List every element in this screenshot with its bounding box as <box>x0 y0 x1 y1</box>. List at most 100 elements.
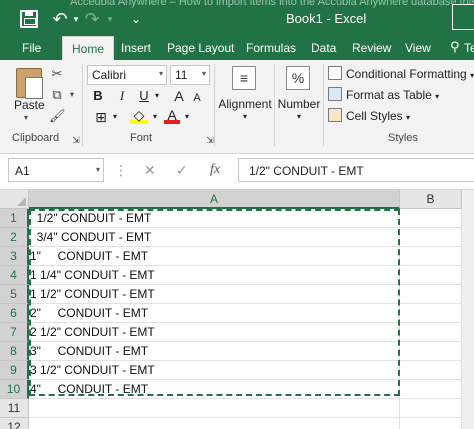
row-header[interactable]: 10 <box>0 380 29 399</box>
copy-icon[interactable]: ⧉ <box>49 87 65 103</box>
cell-a8[interactable]: 3" CONDUIT - EMT <box>29 342 400 361</box>
font-color-icon[interactable]: A <box>164 106 180 124</box>
cell-a2[interactable]: 3/4" CONDUIT - EMT <box>29 228 400 247</box>
paste-button-label[interactable]: Paste <box>14 98 45 112</box>
paste-dropdown-icon[interactable]: ▾ <box>24 113 28 122</box>
separator <box>274 64 275 146</box>
cell-b6[interactable] <box>400 304 462 323</box>
grow-font-button[interactable]: A <box>172 87 186 105</box>
fill-color-dropdown-icon[interactable]: ▾ <box>150 108 160 126</box>
cancel-icon[interactable]: ✕ <box>144 162 156 179</box>
row-header[interactable]: 4 <box>0 266 29 285</box>
ribbon-display-options-icon[interactable] <box>452 4 474 30</box>
tab-data[interactable]: Data <box>311 41 336 55</box>
redo-dropdown-icon[interactable]: ▾ <box>100 9 120 29</box>
font-color-dropdown-icon[interactable]: ▾ <box>182 108 192 126</box>
bold-button[interactable]: B <box>90 87 106 105</box>
insert-function-icon[interactable]: fx <box>210 162 220 178</box>
cell-b12[interactable] <box>400 418 462 429</box>
tab-formulas[interactable]: Formulas <box>246 41 296 55</box>
cell-a6[interactable]: 2" CONDUIT - EMT <box>29 304 400 323</box>
cell-b1[interactable] <box>400 209 462 228</box>
cell-a10[interactable]: 4" CONDUIT - EMT <box>29 380 400 399</box>
conditional-formatting-button[interactable]: Conditional Formatting ▾ <box>328 66 474 86</box>
customize-quick-access-icon[interactable]: ⌄ <box>126 9 146 29</box>
tab-home[interactable]: Home <box>62 36 115 60</box>
cell-a5[interactable]: 1 1/2" CONDUIT - EMT <box>29 285 400 304</box>
cell-a12[interactable] <box>29 418 400 429</box>
font-launcher-icon[interactable]: ⇲ <box>202 132 218 148</box>
underline-dropdown-icon[interactable]: ▾ <box>152 87 162 105</box>
tab-file[interactable]: File <box>22 41 41 55</box>
font-size-select[interactable]: 11 ▾ <box>170 65 210 85</box>
cell-a11[interactable] <box>29 399 400 418</box>
row-header[interactable]: 11 <box>0 399 29 418</box>
tell-me-label[interactable]: Te <box>464 41 474 55</box>
cell-b11[interactable] <box>400 399 462 418</box>
cell-b10[interactable] <box>400 380 462 399</box>
enter-icon[interactable]: ✓ <box>176 162 188 179</box>
cell-styles-button[interactable]: Cell Styles ▾ <box>328 108 410 128</box>
tab-page-layout[interactable]: Page Layout <box>167 41 234 55</box>
row-header[interactable]: 2 <box>0 228 29 247</box>
cell-b5[interactable] <box>400 285 462 304</box>
number-dropdown-icon[interactable]: ▾ <box>276 112 322 121</box>
chevron-down-icon: ▾ <box>406 113 411 122</box>
cell-a3[interactable]: 1" CONDUIT - EMT <box>29 247 400 266</box>
tab-view[interactable]: View <box>405 41 431 55</box>
underline-button[interactable]: U <box>136 87 152 105</box>
tab-review[interactable]: Review <box>352 41 391 55</box>
tab-insert[interactable]: Insert <box>121 41 151 55</box>
italic-button[interactable]: I <box>114 87 130 105</box>
cell-b7[interactable] <box>400 323 462 342</box>
save-icon[interactable] <box>20 10 38 28</box>
cut-icon[interactable]: ✂ <box>49 66 65 82</box>
row-header[interactable]: 7 <box>0 323 29 342</box>
cell-b9[interactable] <box>400 361 462 380</box>
format-painter-icon[interactable]: 🖌 <box>49 108 66 124</box>
column-header-a[interactable]: A <box>29 190 400 209</box>
number-button[interactable]: Number <box>276 97 322 111</box>
borders-dropdown-icon[interactable]: ▾ <box>110 108 120 126</box>
row-header[interactable]: 6 <box>0 304 29 323</box>
separator <box>82 64 83 146</box>
alignment-dropdown-icon[interactable]: ▾ <box>218 112 272 121</box>
select-all-button[interactable] <box>0 190 29 209</box>
row-header[interactable]: 3 <box>0 247 29 266</box>
chevron-down-icon: ▾ <box>470 71 474 80</box>
fill-color-icon[interactable]: ◇ <box>130 106 148 124</box>
row-header[interactable]: 12 <box>0 418 29 429</box>
borders-icon[interactable]: ⊞ <box>90 108 112 126</box>
font-name-select[interactable]: Calibri ▾ <box>87 65 167 85</box>
conditional-formatting-label: Conditional Formatting <box>346 67 467 81</box>
cell-a9[interactable]: 3 1/2" CONDUIT - EMT <box>29 361 400 380</box>
format-as-table-button[interactable]: Format as Table ▾ <box>328 87 439 107</box>
number-format-icon[interactable]: % <box>286 66 310 90</box>
cell-b3[interactable] <box>400 247 462 266</box>
chevron-down-icon: ▾ <box>95 165 100 174</box>
formula-input[interactable]: 1/2" CONDUIT - EMT <box>238 158 474 182</box>
shrink-font-button[interactable]: A <box>190 89 204 107</box>
separator <box>214 64 215 146</box>
clipboard-group-label: Clipboard <box>12 132 60 144</box>
cell-a7[interactable]: 2 1/2" CONDUIT - EMT <box>29 323 400 342</box>
paste-icon[interactable] <box>16 68 43 99</box>
row-header[interactable]: 8 <box>0 342 29 361</box>
cell-b2[interactable] <box>400 228 462 247</box>
row-header[interactable]: 1 <box>0 209 29 228</box>
row-header[interactable]: 9 <box>0 361 29 380</box>
vertical-scrollbar[interactable] <box>462 190 474 429</box>
cell-a4[interactable]: 1 1/4" CONDUIT - EMT <box>29 266 400 285</box>
copy-dropdown-icon[interactable]: ▾ <box>64 87 80 103</box>
lightbulb-icon[interactable]: ⚲ <box>450 39 460 55</box>
cell-a1[interactable]: 1/2" CONDUIT - EMT <box>29 209 400 228</box>
alignment-icon[interactable]: ≡ <box>232 66 256 90</box>
row-header[interactable]: 5 <box>0 285 29 304</box>
column-header-b[interactable]: B <box>400 190 462 209</box>
cell-b4[interactable] <box>400 266 462 285</box>
ribbon-tabs: File Home Insert Page Layout Formulas Da… <box>0 36 474 60</box>
alignment-button[interactable]: Alignment <box>218 97 272 111</box>
name-box[interactable]: A1 ▾ <box>8 158 104 182</box>
redo-icon[interactable]: ↷ <box>82 9 102 29</box>
cell-b8[interactable] <box>400 342 462 361</box>
